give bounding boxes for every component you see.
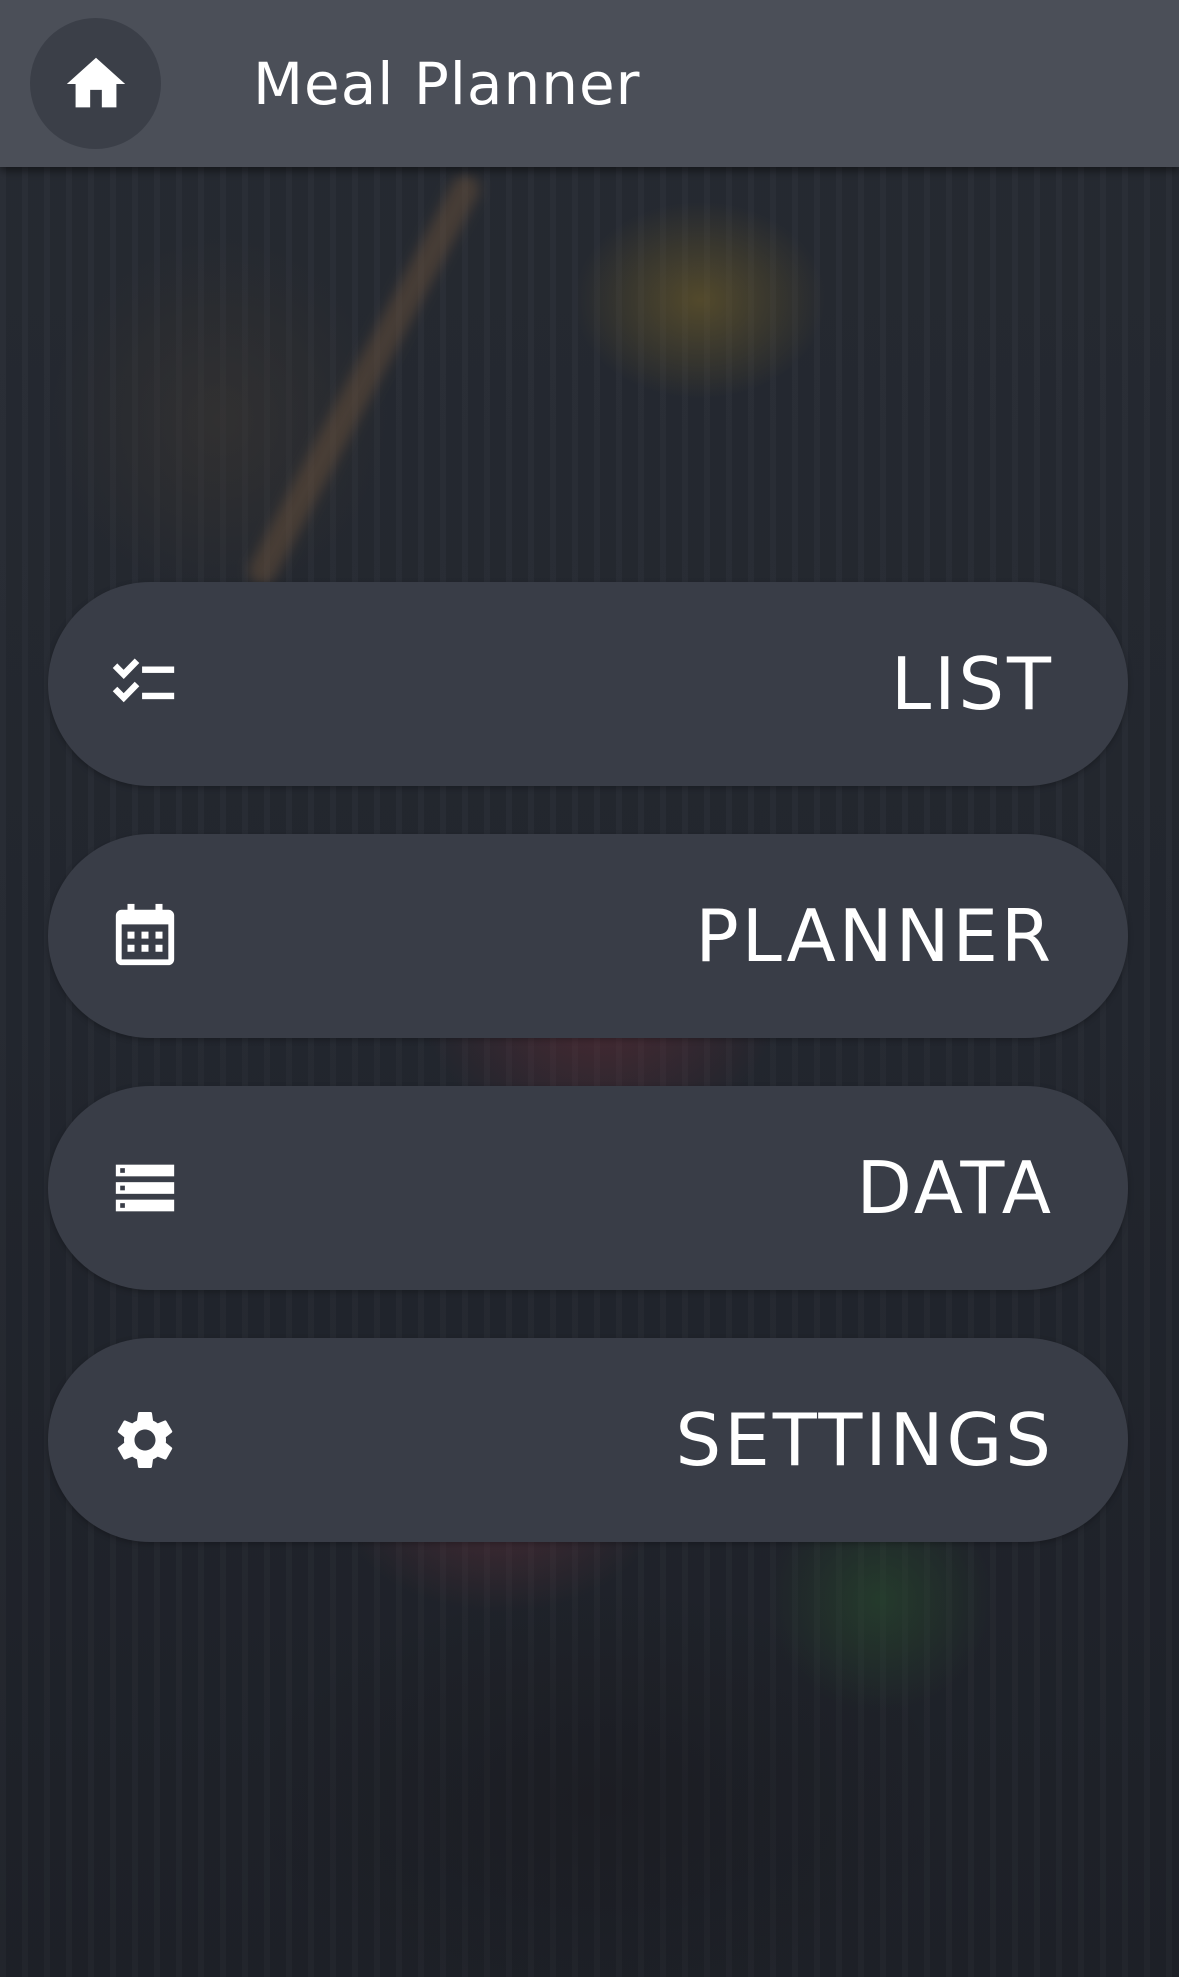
app-bar: Meal Planner — [0, 0, 1179, 167]
gear-icon — [110, 1405, 180, 1475]
background-utensil — [243, 170, 485, 590]
planner-label: PLANNER — [695, 894, 1054, 978]
home-button[interactable] — [30, 18, 161, 149]
home-icon — [66, 57, 125, 107]
planner-button[interactable]: PLANNER — [48, 834, 1128, 1038]
calendar-icon — [110, 901, 180, 971]
list-button[interactable]: LIST — [48, 582, 1128, 786]
list-label: LIST — [890, 642, 1054, 726]
data-label: DATA — [856, 1146, 1054, 1230]
app-title: Meal Planner — [253, 50, 641, 118]
settings-button[interactable]: SETTINGS — [48, 1338, 1128, 1542]
data-button[interactable]: DATA — [48, 1086, 1128, 1290]
main-menu: LIST PLANNER DATA SETTINGS — [48, 582, 1128, 1590]
checklist-icon — [110, 649, 180, 719]
storage-icon — [110, 1153, 180, 1223]
settings-label: SETTINGS — [675, 1398, 1054, 1482]
